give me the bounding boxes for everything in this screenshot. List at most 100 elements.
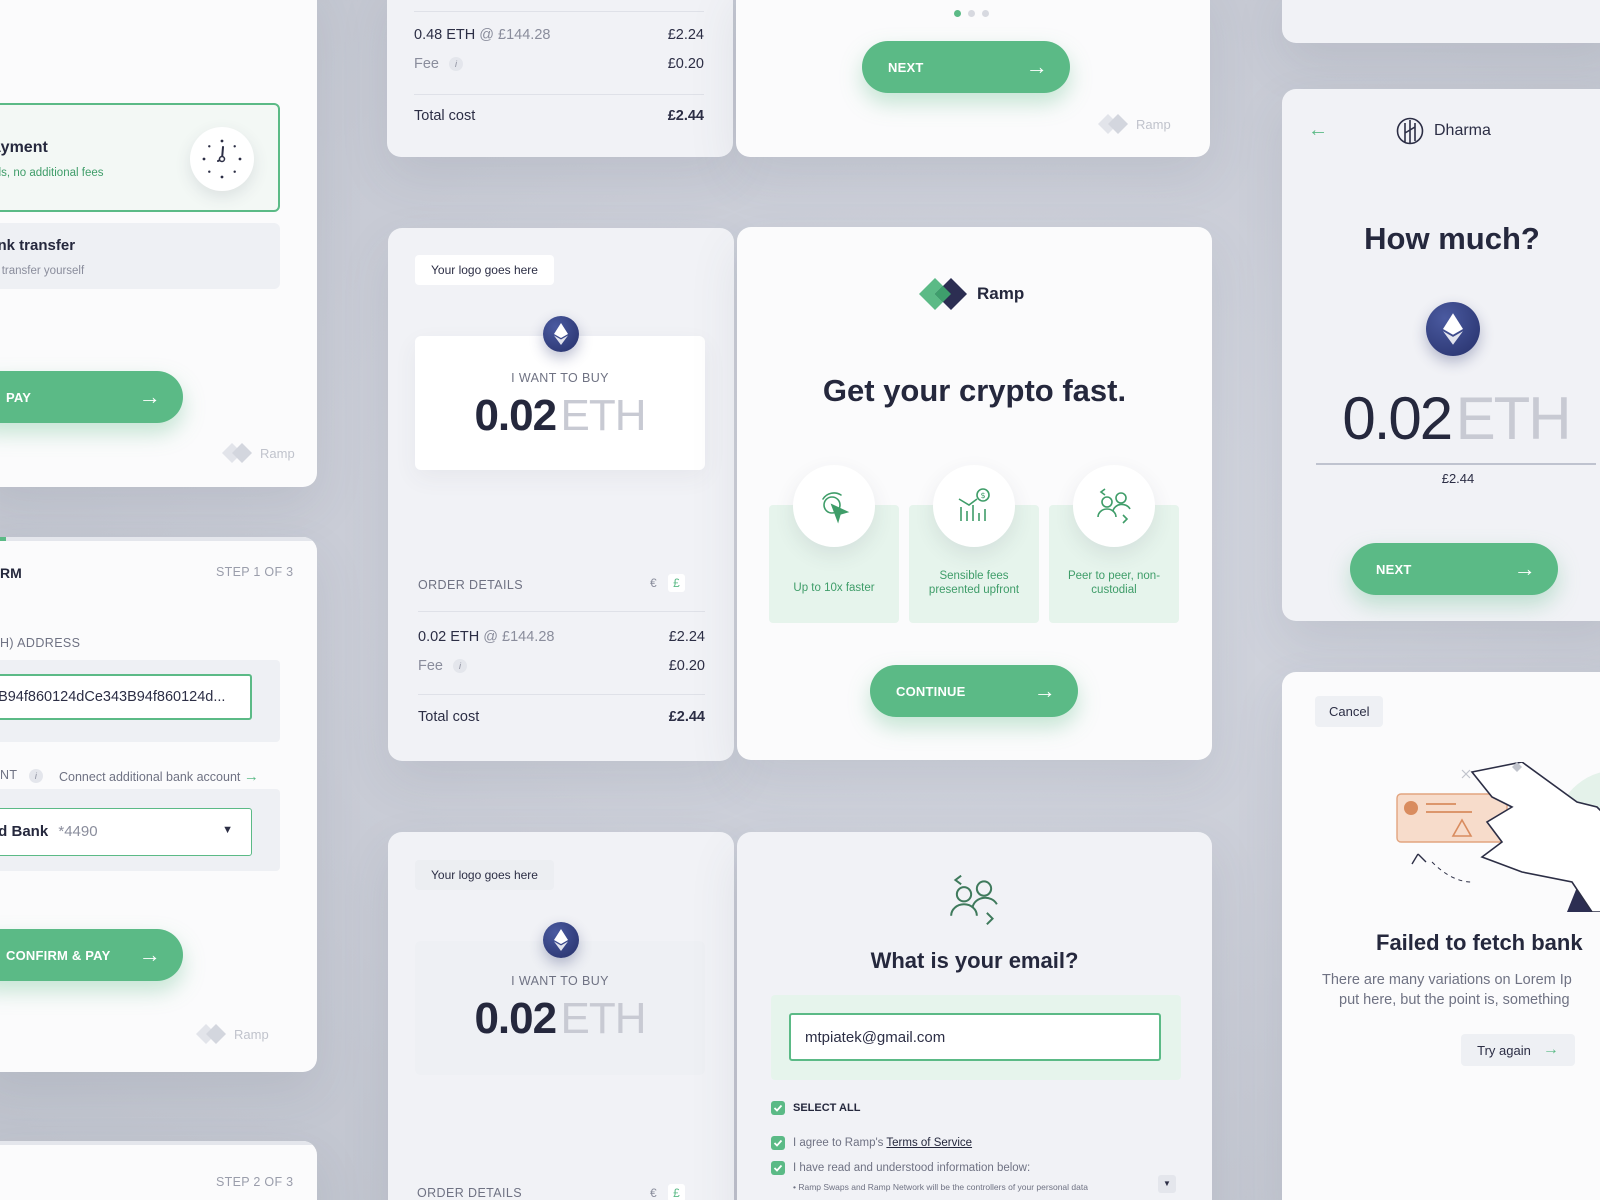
continue-button[interactable]: CONTINUE → [870,665,1078,717]
welcome-headline: Get your crypto fast. [822,373,1127,408]
pay-button[interactable]: PAY → [0,371,183,423]
back-arrow-icon[interactable]: ← [1308,119,1328,142]
arrow-right-icon: → [138,384,161,409]
amount-unit: ETH [560,391,647,440]
amount-underline [1316,463,1596,465]
pagination-dot[interactable] [982,10,989,17]
currency-toggle[interactable]: € £ [645,1184,685,1200]
terms-checkbox[interactable] [771,1136,785,1150]
order-details-label: ORDER DETAILS [417,1186,522,1200]
progress-bar [0,537,317,541]
arrow-right-icon: → [1025,54,1048,79]
currency-eur[interactable]: € [645,1184,662,1200]
order-line-price: £2.24 [667,27,704,43]
next-button[interactable]: NEXT → [1350,543,1558,595]
email-headline: What is your email? [870,948,1079,973]
arrow-right-icon: → [243,768,259,785]
select-all-checkbox[interactable] [771,1101,785,1115]
confirm-pay-card: RM STEP 1 OF 3 H) ADDRESS 3B94f860124dCe… [0,537,317,1072]
confirm-title: RM [0,565,22,581]
pagination-dot[interactable] [968,10,975,17]
dharma-headline: How much? [1364,221,1540,256]
error-body-line-2: put here, but the point is, something [1339,992,1570,1008]
total-line: Total cost £2.44 [414,108,704,124]
info-icon[interactable]: i [449,57,464,72]
want-to-buy-label: I WANT TO BUY [511,974,609,988]
email-field-wrapper: mtpiatek@gmail.com [771,995,1181,1080]
dharma-amount-input[interactable]: 0.02 ETH [1316,384,1596,453]
arrow-right-icon: → [1033,678,1056,703]
ramp-logo-icon [919,278,967,310]
connect-bank-link-text: Connect additional bank account [59,770,241,784]
clock-icon [190,127,254,191]
terms-link[interactable]: Terms of Service [886,1137,972,1149]
dharma-fiat-value: £2.44 [1441,471,1475,486]
buy-amount-box[interactable]: I WANT TO BUY 0.02 ETH [415,941,705,1075]
info-icon[interactable]: i [453,659,468,674]
terms-label: I agree to Ramp's Terms of Service [793,1137,972,1149]
arrow-right-icon: → [138,942,161,967]
bank-select-name: nd Bank [0,823,49,840]
ramp-brand-text: Ramp [977,284,1025,303]
fee-label: Fee [414,56,439,72]
cursor-click-icon [793,465,875,547]
read-info-checkbox[interactable] [771,1161,785,1175]
logo-placeholder: Your logo goes here [415,860,554,890]
dharma-amount-value: 0.02 [1342,385,1453,452]
buy-amount-box[interactable]: I WANT TO BUY 0.02 ETH [415,336,705,470]
total-value: £2.44 [668,709,705,725]
email-input[interactable]: mtpiatek@gmail.com [789,1013,1161,1061]
currency-eur[interactable]: € [645,574,662,592]
currency-gbp[interactable]: £ [668,574,685,592]
instant-payment-option[interactable]: payment onds, no additional fees [0,103,280,212]
want-to-buy-label: I WANT TO BUY [511,371,609,385]
pagination-dot-active[interactable] [954,10,961,17]
fee-chart-icon: $ [933,465,1015,547]
buy-widget-card: Your logo goes here I WANT TO BUY 0.02 E… [388,228,734,761]
currency-gbp[interactable]: £ [668,1184,685,1200]
error-illustration [1392,761,1600,913]
bank-select[interactable]: nd Bank *4490 ▼ [0,808,252,856]
try-again-button[interactable]: Try again → [1461,1034,1575,1066]
currency-toggle[interactable]: € £ [645,574,685,592]
divider [418,694,705,695]
next-button-label: NEXT [1376,561,1412,577]
next-button-label: NEXT [888,59,924,75]
fee-line: Fee i £0.20 [414,56,704,72]
ramp-brand: Ramp [919,278,1024,310]
address-label: H) ADDRESS [0,636,81,650]
cancel-button[interactable]: Cancel [1315,696,1384,727]
peer-to-peer-icon [1073,465,1155,547]
order-line-amount: 0.02 ETH [418,629,480,645]
divider [414,11,704,12]
progress-bar [0,1141,317,1145]
email-card: What is your email? mtpiatek@gmail.com S… [737,832,1212,1200]
dharma-amount-unit: ETH [1455,385,1572,452]
address-input[interactable]: 3B94f860124dCe343B94f860124d... [0,674,252,720]
confirm-pay-button[interactable]: CONFIRM & PAY → [0,929,183,981]
small-print: • Ramp Swaps and Ramp Network will be th… [793,1182,1088,1192]
order-summary-top-card: 0.48 ETH @ £144.28 £2.24 Fee i £0.20 Tot… [387,0,733,157]
select-all-label: SELECT ALL [793,1102,861,1114]
progress-fill [0,537,6,541]
welcome-card: Ramp Get your crypto fast. Up to 10x fas… [737,227,1212,760]
next-button[interactable]: NEXT → [862,41,1070,93]
onboarding-next-card: NEXT → Ramp [736,0,1210,157]
bank-transfer-option[interactable]: bank transfer ank transfer yourself [0,223,280,289]
right-top-card [1282,0,1600,43]
expand-caret-icon[interactable]: ▼ [1158,1175,1176,1193]
instant-payment-subtitle: onds, no additional fees [0,167,104,179]
ramp-logo-icon [222,443,252,463]
feature-card-p2p: Peer to peer, non-custodial [1049,465,1179,623]
order-line-rate: @ £144.28 [479,27,551,43]
total-label: Total cost [418,709,480,725]
feature-text: Peer to peer, non-custodial [1067,570,1161,596]
total-line: Total cost £2.44 [418,709,705,725]
check-icon [773,1139,783,1147]
pay-button-label: PAY [6,389,32,405]
bank-select-number: *4490 [58,823,98,840]
info-icon[interactable]: i [29,768,44,783]
bank-transfer-subtitle: ank transfer yourself [0,265,85,277]
connect-bank-link[interactable]: Connect additional bank account → [59,768,259,785]
fee-line: Fee i £0.20 [418,658,705,674]
